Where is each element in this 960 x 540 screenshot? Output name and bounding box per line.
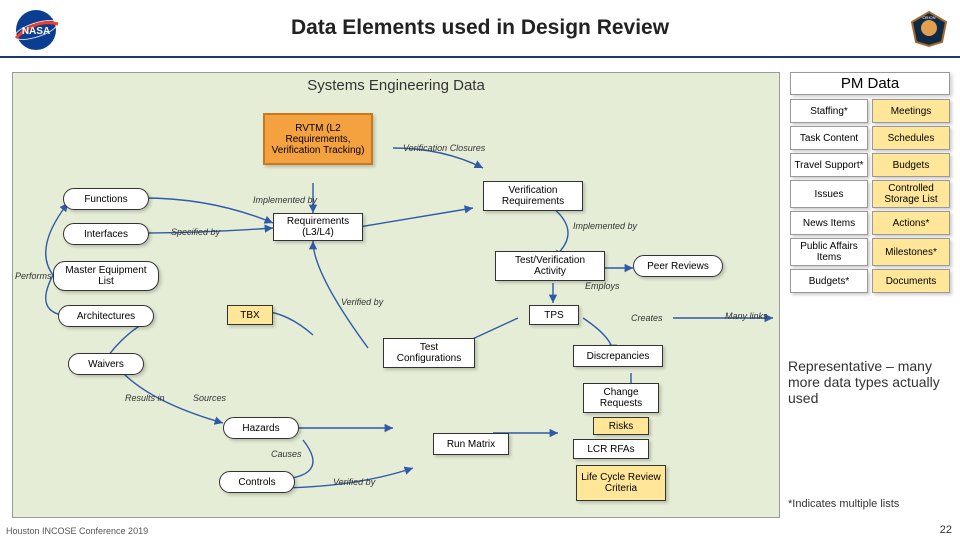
node-tbx: TBX [227,305,273,325]
note-representative: Representative – many more data types ac… [788,358,948,406]
node-risks: Risks [593,417,649,435]
lbl-employs: Employs [585,281,620,291]
lbl-implemented-by: Implemented by [253,195,317,205]
node-mel: Master Equipment List [53,261,159,291]
page-title: Data Elements used in Design Review [291,16,669,40]
pm-meetings: Meetings [872,99,950,123]
node-lcrrfa: LCR RFAs [573,439,649,459]
arrows [13,73,781,519]
pm-issues: Issues [790,180,868,208]
lbl-performs: Performs [15,271,52,281]
pm-milestones: Milestones* [872,238,950,266]
node-requirements: Requirements (L3/L4) [273,213,363,241]
svg-text:ORION: ORION [922,15,935,20]
pm-schedules: Schedules [872,126,950,150]
pm-budgets2: Budgets* [790,269,868,293]
page-number: 22 [940,524,952,536]
se-panel: Systems Engineering Data [12,72,780,518]
node-lifecycle: Life Cycle Review Criteria [576,465,666,501]
lbl-specified-by: Specified by [171,227,220,237]
pm-pa: Public Affairs Items [790,238,868,266]
pm-panel: PM Data Staffing* Meetings Task Content … [790,72,950,293]
lbl-many-links: Many links [725,311,768,321]
lbl-implemented-by-2: Implemented by [573,221,637,231]
lbl-verif-closures: Verification Closures [403,143,485,153]
node-functions: Functions [63,188,149,210]
pm-staffing: Staffing* [790,99,868,123]
pm-documents: Documents [872,269,950,293]
node-waivers: Waivers [68,353,144,375]
pm-budgets: Budgets [872,153,950,177]
pm-travel: Travel Support* [790,153,868,177]
node-architectures: Architectures [58,305,154,327]
node-tva: Test/Verification Activity [495,251,605,281]
mission-patch-icon: ORION [908,10,950,53]
node-rvtm: RVTM (L2 Requirements, Verification Trac… [263,113,373,165]
node-testconfig: Test Configurations [383,338,475,368]
node-hazards: Hazards [223,417,299,439]
pm-title: PM Data [790,72,950,95]
node-runmatrix: Run Matrix [433,433,509,455]
node-peer: Peer Reviews [633,255,723,277]
pm-news: News Items [790,211,868,235]
lbl-results-in: Results in [125,393,165,403]
lbl-verified-by: Verified by [341,297,383,307]
nasa-logo: NASA [10,8,62,57]
lbl-creates: Creates [631,313,663,323]
node-interfaces: Interfaces [63,223,149,245]
node-changereq: Change Requests [583,383,659,413]
note-asterisk: *Indicates multiple lists [788,498,948,510]
node-controls: Controls [219,471,295,493]
pm-task-content: Task Content [790,126,868,150]
node-ver-req: Verification Requirements [483,181,583,211]
se-title: Systems Engineering Data [13,73,779,98]
lbl-verified-by-2: Verified by [333,477,375,487]
svg-text:NASA: NASA [22,26,50,37]
footer-text: Houston INCOSE Conference 2019 [6,526,148,536]
lbl-sources: Sources [193,393,226,403]
lbl-causes: Causes [271,449,302,459]
node-tps: TPS [529,305,579,325]
pm-csl: Controlled Storage List [872,180,950,208]
pm-actions: Actions* [872,211,950,235]
node-discrep: Discrepancies [573,345,663,367]
pm-grid: Staffing* Meetings Task Content Schedule… [790,99,950,293]
